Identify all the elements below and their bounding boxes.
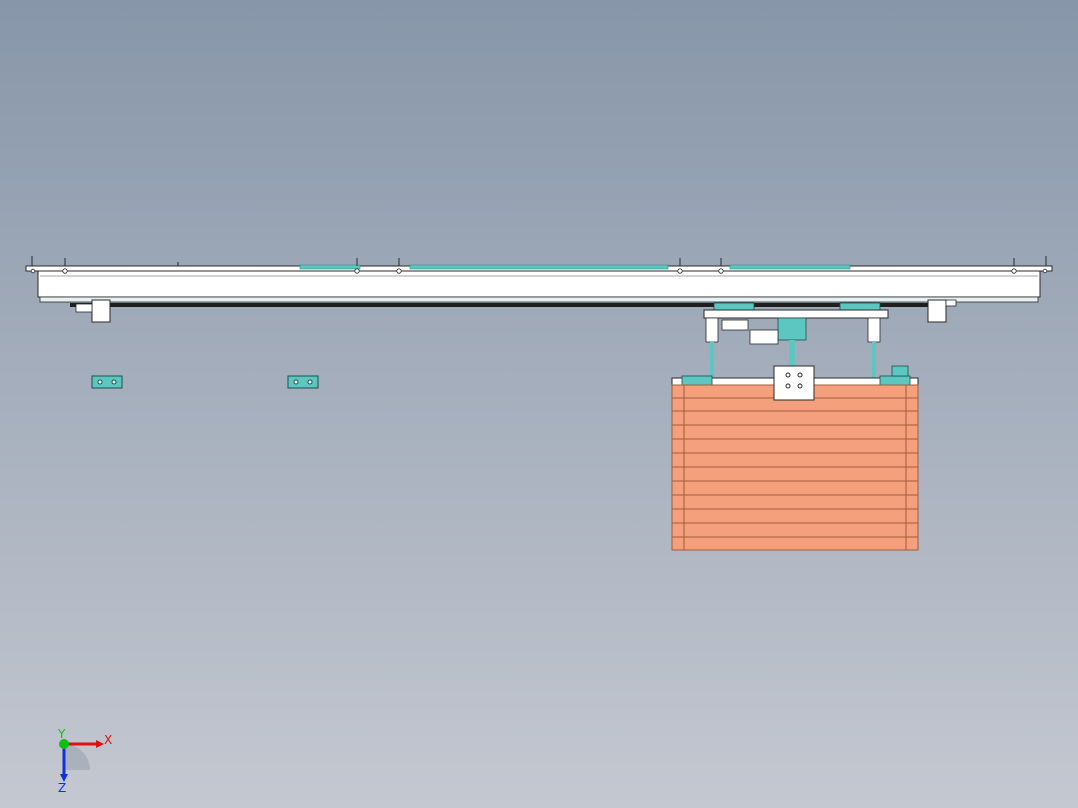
triad-plane-arc xyxy=(64,744,90,770)
top-cyan-strip-1 xyxy=(299,264,361,270)
right-end-block xyxy=(927,299,947,323)
x-axis-head xyxy=(96,740,104,748)
triad-icon: X Y Z xyxy=(57,727,112,795)
bellows-gripper[interactable] xyxy=(671,365,919,551)
rail-beam xyxy=(37,270,1041,298)
cad-graphics-viewport[interactable]: X Y Z xyxy=(0,0,1078,808)
sensor-bracket-1[interactable] xyxy=(91,375,123,389)
cylinder-body-right xyxy=(867,317,881,343)
y-axis-label: Y xyxy=(57,727,66,741)
top-bolts xyxy=(31,256,1047,266)
cylinder-body-left xyxy=(705,317,719,343)
rail-lower-strip xyxy=(39,296,1039,303)
center-cylinder xyxy=(777,317,807,341)
top-rail-assembly[interactable] xyxy=(25,256,1053,323)
coordinate-triad: X Y Z xyxy=(40,722,130,802)
sensor-bracket-2[interactable] xyxy=(287,375,319,389)
center-bracket xyxy=(749,329,779,345)
valve-block xyxy=(721,319,749,331)
rail-belt xyxy=(70,303,940,307)
x-axis-label: X xyxy=(104,733,112,747)
top-cyan-strip-3 xyxy=(729,264,851,270)
gripper-valve xyxy=(891,365,909,377)
left-end-cap xyxy=(75,303,93,313)
z-axis-label: Z xyxy=(58,781,66,795)
linear-module-drawing[interactable] xyxy=(0,0,1078,808)
gripper-center-clamp xyxy=(773,365,815,401)
left-end-block xyxy=(91,299,111,323)
right-end-cap xyxy=(945,299,957,307)
top-cyan-strip-2 xyxy=(409,264,669,270)
carriage-plate xyxy=(703,309,889,319)
